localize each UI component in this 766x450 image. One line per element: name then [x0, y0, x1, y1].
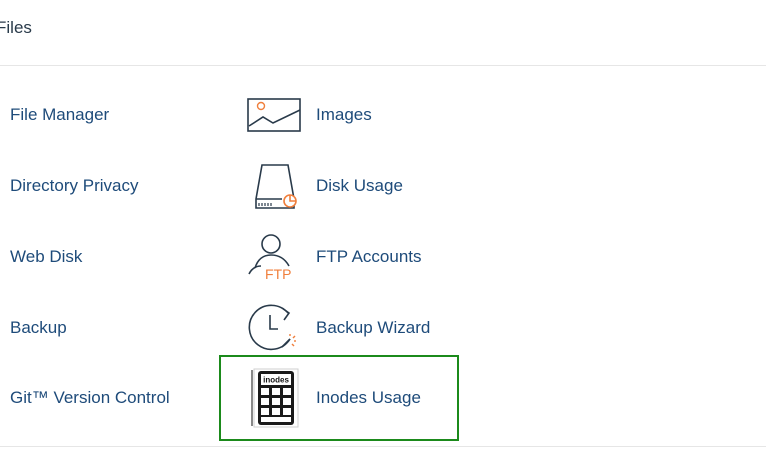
- images-link[interactable]: Images: [244, 87, 444, 143]
- disk-usage-icon: [244, 158, 304, 214]
- backup-wizard-label: Backup Wizard: [316, 318, 431, 337]
- panel-header: Files: [0, 0, 766, 66]
- inodes-usage-highlight-box: [219, 355, 459, 441]
- backup-link[interactable]: Backup: [10, 300, 67, 356]
- git-version-control-link[interactable]: Git™ Version Control: [10, 370, 170, 426]
- disk-usage-link[interactable]: Disk Usage: [244, 158, 444, 214]
- panel-title[interactable]: Files: [0, 18, 32, 38]
- ftp-icon-text: FTP: [265, 266, 291, 282]
- file-manager-link[interactable]: File Manager: [10, 87, 109, 143]
- web-disk-label: Web Disk: [10, 247, 83, 266]
- panel-bottom-divider: [0, 446, 766, 447]
- files-panel: Files File Manager Directory Privacy Web…: [0, 0, 766, 450]
- backup-wizard-icon: [244, 300, 304, 356]
- images-label: Images: [316, 105, 372, 124]
- ftp-accounts-icon: FTP: [244, 229, 304, 285]
- file-manager-label: File Manager: [10, 105, 110, 124]
- ftp-accounts-label: FTP Accounts: [316, 247, 422, 266]
- backup-wizard-link[interactable]: Backup Wizard: [244, 300, 444, 356]
- image-icon: [244, 87, 304, 143]
- git-version-control-label: Git™ Version Control: [10, 388, 170, 407]
- backup-label: Backup: [10, 318, 67, 337]
- ftp-accounts-link[interactable]: FTP FTP Accounts: [244, 229, 444, 285]
- directory-privacy-link[interactable]: Directory Privacy: [10, 158, 138, 214]
- directory-privacy-label: Directory Privacy: [10, 176, 139, 195]
- web-disk-link[interactable]: Web Disk: [10, 229, 82, 285]
- disk-usage-label: Disk Usage: [316, 176, 403, 195]
